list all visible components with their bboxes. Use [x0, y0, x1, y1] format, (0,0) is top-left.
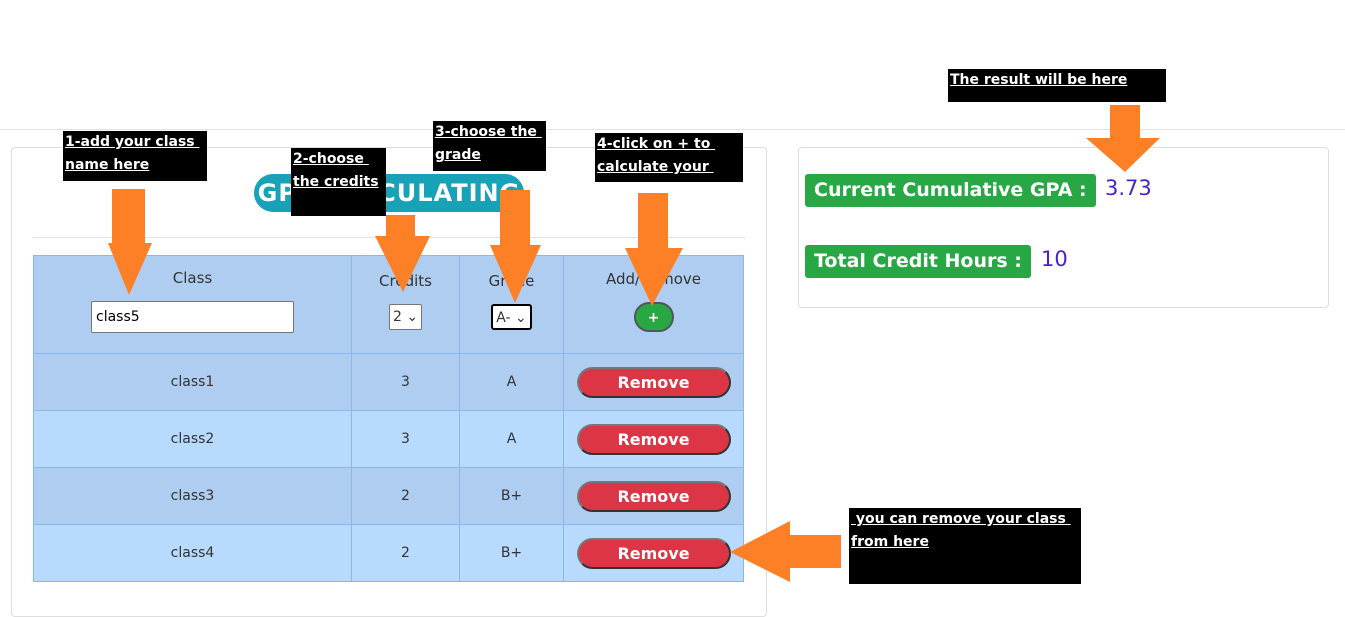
annotation-remove: you can remove your class from here [849, 508, 1081, 584]
arrow-down-icon [1086, 105, 1160, 172]
annotation-step2: 2-choose the credits [291, 148, 386, 216]
arrow-down-icon [490, 190, 541, 303]
arrow-down-icon [375, 215, 430, 292]
annotation-result: The result will be here [948, 69, 1166, 102]
annotation-step1: 1-add your class name here [63, 131, 207, 181]
arrow-left-icon [730, 521, 841, 582]
arrow-down-icon [625, 193, 683, 306]
annotation-step4: 4-click on + to calculate your gpa [595, 133, 743, 198]
annotation-step3: 3-choose the grade [433, 121, 546, 171]
arrow-down-icon [108, 189, 152, 295]
